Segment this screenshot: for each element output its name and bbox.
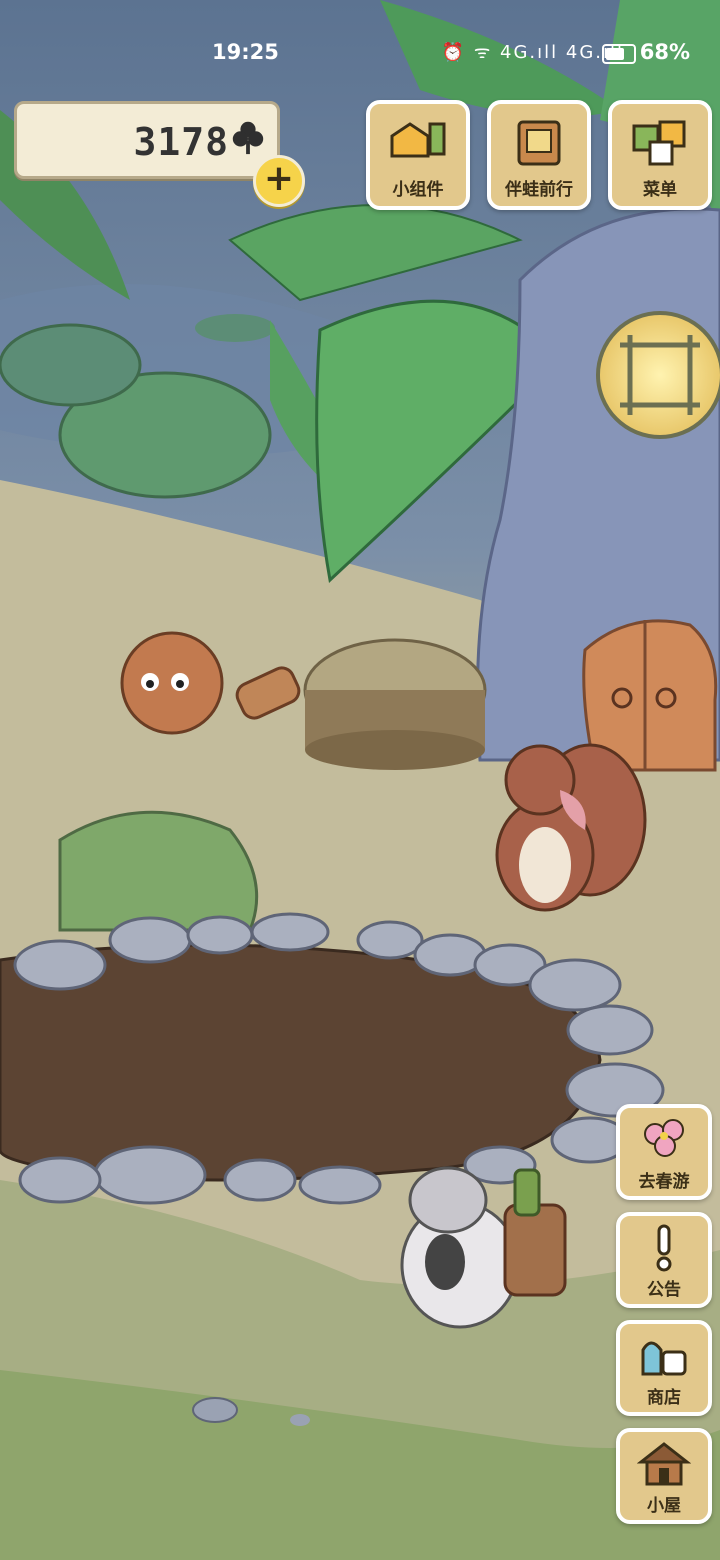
game-scene: [0, 0, 720, 1560]
lily-pad: [195, 314, 275, 342]
widgets-button[interactable]: 小组件: [366, 100, 470, 210]
notice-label: 公告: [647, 1280, 681, 1300]
house-icon: [637, 1442, 691, 1486]
menu-button[interactable]: 菜单: [608, 100, 712, 210]
house-label: 小屋: [647, 1496, 681, 1516]
spring-trip-button[interactable]: 去春游: [616, 1104, 712, 1200]
clock: 19:25: [212, 40, 279, 64]
status-bar: 19:25 ⏰ ᯤ 4G.ıll 4G.ıll 68%: [0, 30, 720, 76]
shop-button[interactable]: 商店: [616, 1320, 712, 1416]
shop-label: 商店: [647, 1388, 681, 1408]
battery-icon: [602, 44, 636, 64]
spring-trip-label: 去春游: [638, 1172, 690, 1192]
clover-icon: [232, 121, 264, 155]
tree-window: [596, 311, 720, 439]
mossy-rock: [58, 810, 259, 932]
lily-pad: [0, 323, 142, 407]
clover-counter: 3178: [14, 101, 280, 179]
map-icon: [517, 120, 561, 166]
travel-label: 伴蛙前行: [505, 180, 573, 200]
battery-percent: 68%: [639, 40, 690, 64]
widget-icon: [390, 122, 446, 158]
flower-icon: [644, 1119, 684, 1157]
notice-button[interactable]: 公告: [616, 1212, 712, 1308]
menu-cards-icon: [632, 120, 686, 166]
clover-count: 3178: [133, 120, 229, 164]
signal-icons: ⏰ ᯤ 4G.ıll 4G.ıll: [441, 42, 624, 63]
travel-with-frog-button[interactable]: 伴蛙前行: [487, 100, 591, 210]
exclamation-icon: [656, 1224, 672, 1272]
widgets-label: 小组件: [392, 180, 444, 200]
add-clover-button[interactable]: +: [253, 155, 305, 207]
backpack: [503, 1203, 567, 1297]
house-button[interactable]: 小屋: [616, 1428, 712, 1524]
shop-bags-icon: [641, 1341, 687, 1376]
sunflower-seed: [425, 1234, 465, 1290]
menu-label: 菜单: [643, 180, 677, 200]
